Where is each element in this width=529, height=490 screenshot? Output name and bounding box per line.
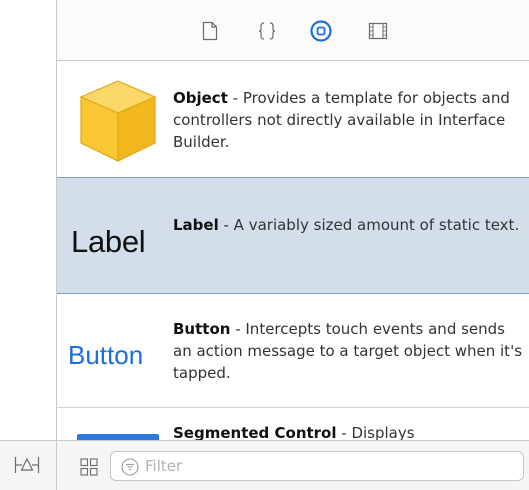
- library-pane: Object - Provides a template for objects…: [56, 0, 529, 440]
- filter-input[interactable]: [145, 455, 515, 477]
- library-filter-bar: [0, 440, 529, 490]
- library-item-title: Object: [173, 89, 228, 107]
- media-library-tab[interactable]: [367, 20, 389, 42]
- button-preview-text: Button: [68, 340, 144, 370]
- library-item-description: - A variably sized amount of static text…: [218, 216, 520, 234]
- library-item-text: Object - Provides a template for objects…: [173, 87, 528, 153]
- library-item-segmented-control[interactable]: Segmented Control - Displays: [57, 408, 529, 440]
- filter-icon: [121, 458, 139, 476]
- code-snippet-tab[interactable]: [256, 20, 278, 42]
- library-item-title: Segmented Control: [173, 424, 337, 440]
- library-item-text: Segmented Control - Displays: [173, 424, 415, 440]
- object-library-window: Object - Provides a template for objects…: [0, 0, 529, 490]
- bottom-bar-divider: [56, 441, 57, 490]
- label-preview: Label: [57, 178, 167, 293]
- library-item-button[interactable]: Button Button - Intercepts touch events …: [57, 294, 529, 408]
- resolve-constraints-icon[interactable]: [14, 455, 40, 475]
- button-preview: Button: [57, 294, 167, 407]
- library-item-title: Button: [173, 320, 231, 338]
- label-preview-text: Label: [71, 224, 146, 259]
- object-library-tab[interactable]: [310, 20, 332, 42]
- library-item-object[interactable]: Object - Provides a template for objects…: [57, 61, 529, 178]
- grid-view-icon[interactable]: [80, 458, 98, 476]
- object-preview: [57, 75, 167, 167]
- object-library-list: Object - Provides a template for objects…: [57, 61, 529, 440]
- library-item-text: Label - A variably sized amount of stati…: [173, 214, 528, 236]
- library-item-title: Label: [173, 216, 219, 234]
- file-template-icon: [202, 21, 218, 41]
- code-snippet-icon: [258, 22, 276, 40]
- library-selector-bar: [57, 0, 529, 61]
- object-library-icon: [310, 20, 332, 42]
- file-template-tab[interactable]: [199, 20, 221, 42]
- left-gutter: [0, 0, 56, 490]
- filter-field[interactable]: [110, 451, 524, 481]
- cube-icon: [79, 80, 157, 162]
- media-library-icon: [368, 22, 388, 40]
- library-item-text: Button - Intercepts touch events and sen…: [173, 318, 528, 384]
- library-item-description: - Displays: [336, 424, 415, 440]
- library-item-label[interactable]: Label Label - A variably sized amount of…: [57, 177, 529, 294]
